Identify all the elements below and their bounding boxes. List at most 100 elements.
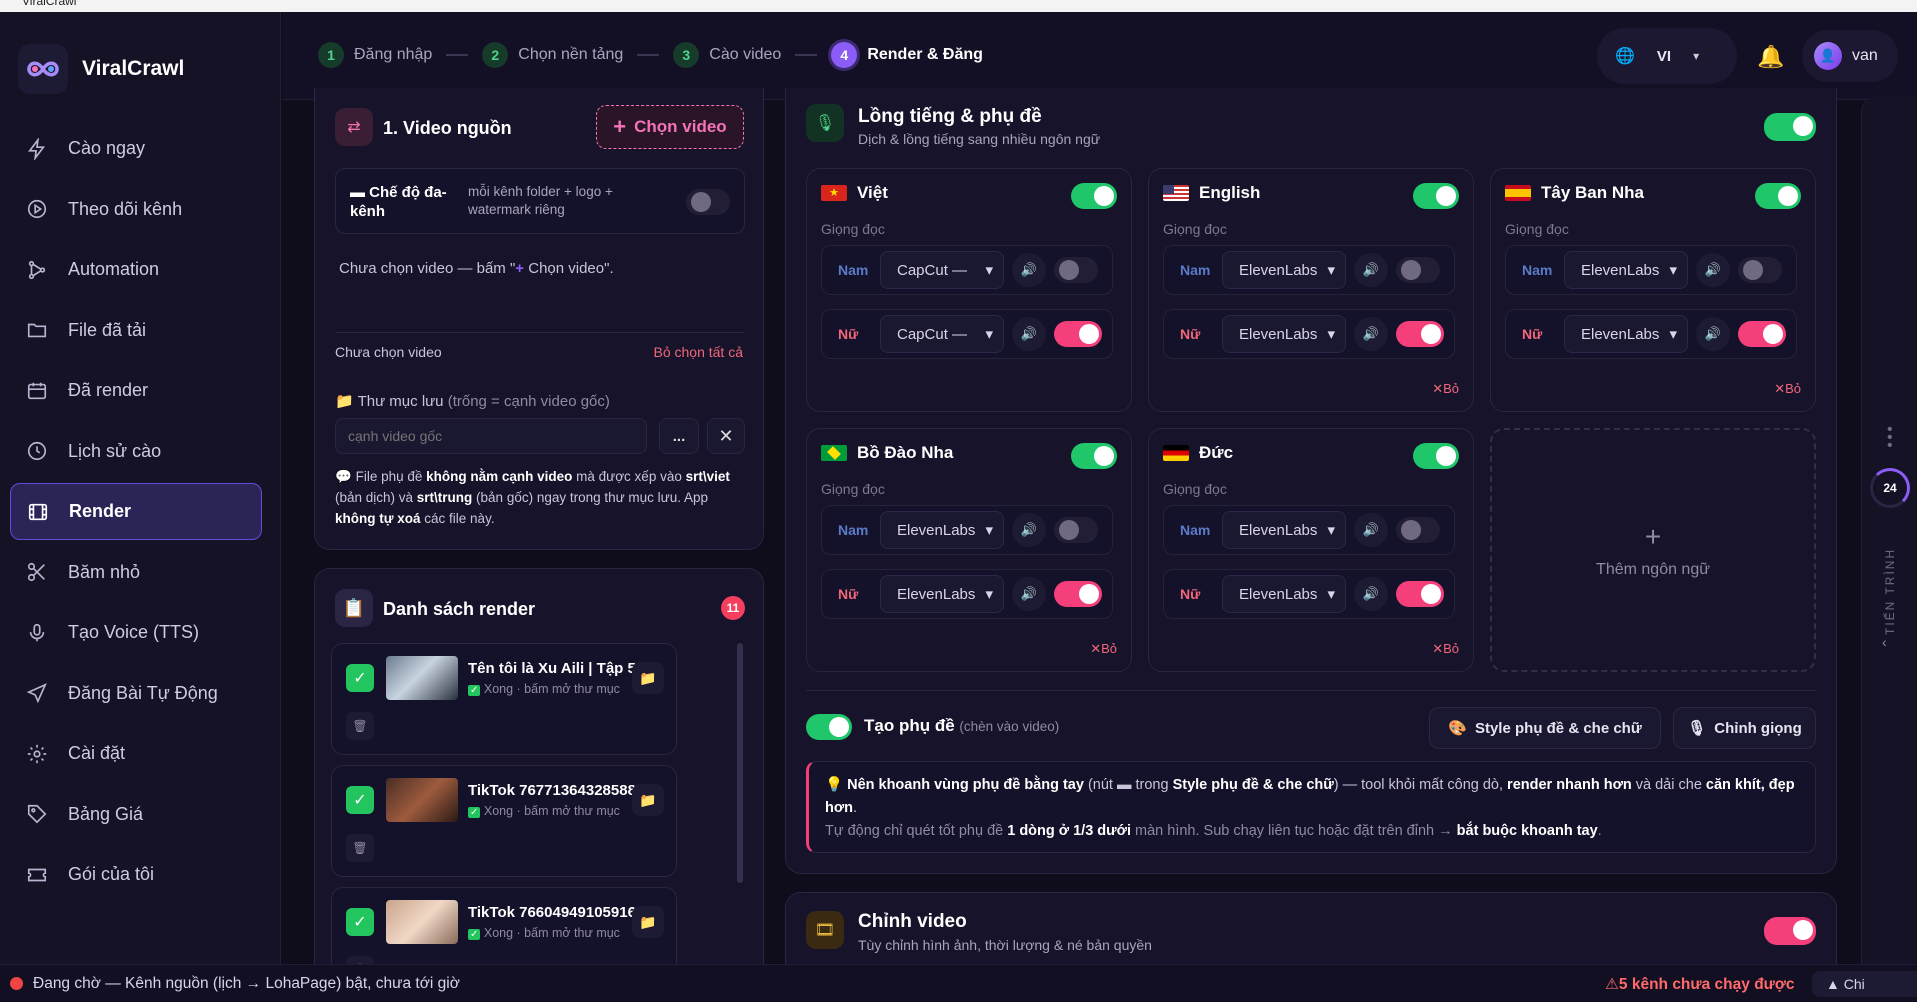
speaker-icon[interactable]: 🔊 bbox=[1012, 513, 1046, 547]
deselect-all-link[interactable]: Bỏ chọn tất cả bbox=[653, 344, 743, 360]
speaker-icon[interactable]: 🔊 bbox=[1354, 513, 1388, 547]
lang-toggle[interactable] bbox=[1755, 183, 1801, 209]
female-voice-toggle[interactable] bbox=[1396, 321, 1444, 347]
male-voice-select[interactable]: ElevenLabs ▾ bbox=[1222, 251, 1346, 289]
open-folder-button[interactable]: 📁 bbox=[632, 784, 664, 816]
open-folder-button[interactable]: 📁 bbox=[632, 662, 664, 694]
voice-label: Giọng đọc bbox=[1163, 221, 1227, 237]
step-4[interactable]: 4 Render & Đăng bbox=[831, 42, 983, 68]
render-item[interactable]: ✓ Tên tôi là Xu Aili | Tập 5 K... ✓ Xong… bbox=[331, 643, 677, 755]
male-voice-select[interactable]: CapCut — ▾ bbox=[880, 251, 1004, 289]
item-checkbox[interactable]: ✓ bbox=[346, 664, 374, 692]
female-voice-select[interactable]: ElevenLabs ▾ bbox=[1564, 315, 1688, 353]
logo-icon bbox=[18, 44, 68, 94]
female-voice-toggle[interactable] bbox=[1396, 581, 1444, 607]
mic-icon: 🎙 bbox=[1687, 720, 1707, 737]
render-item[interactable]: ✓ TikTok 767713643285881... ✓ Xong · bấm… bbox=[331, 765, 677, 877]
speaker-icon[interactable]: 🔊 bbox=[1012, 317, 1046, 351]
male-voice-toggle[interactable] bbox=[1396, 517, 1440, 543]
female-voice-toggle[interactable] bbox=[1738, 321, 1786, 347]
status-warning[interactable]: ⚠5 kênh chưa chạy được bbox=[1605, 975, 1795, 994]
speaker-icon[interactable]: 🔊 bbox=[1354, 317, 1388, 351]
render-list-scrollbar[interactable] bbox=[737, 643, 743, 883]
status-details-button[interactable]: ▲ Chi bbox=[1812, 971, 1917, 997]
female-voice-toggle[interactable] bbox=[1054, 581, 1102, 607]
create-subtitle-title: Tạo phụ đề (chèn vào video) bbox=[864, 716, 1060, 735]
nav-item-lich-su-cao[interactable]: Lịch sử cào bbox=[10, 423, 262, 480]
open-folder-button[interactable]: 📁 bbox=[632, 906, 664, 938]
nav-item-cao-ngay[interactable]: Cào ngay bbox=[10, 120, 262, 177]
female-voice-toggle[interactable] bbox=[1054, 321, 1102, 347]
nav-item-file-da-tai[interactable]: File đã tải bbox=[10, 302, 262, 359]
create-subtitle-toggle[interactable] bbox=[806, 714, 852, 740]
bell-icon[interactable]: 🔔 bbox=[1757, 44, 1784, 70]
female-voice-select[interactable]: CapCut — ▾ bbox=[880, 315, 1004, 353]
status-bar: Đang chờ — Kênh nguồn (lịch → LohaPage) … bbox=[0, 964, 1917, 1002]
female-voice-select[interactable]: ElevenLabs ▾ bbox=[1222, 575, 1346, 613]
remove-lang-link[interactable]: ✕Bỏ bbox=[1432, 381, 1459, 397]
remove-lang-link[interactable]: ✕Bỏ bbox=[1774, 381, 1801, 397]
step-label: Cào video bbox=[709, 46, 782, 63]
nav-item-bang-gia[interactable]: Bảng Giá bbox=[10, 786, 262, 843]
lang-toggle[interactable] bbox=[1413, 443, 1459, 469]
speaker-icon[interactable]: 🔊 bbox=[1696, 253, 1730, 287]
multi-channel-toggle[interactable] bbox=[686, 189, 730, 215]
step-3[interactable]: 3 Cào video bbox=[673, 42, 781, 68]
female-voice-select[interactable]: ElevenLabs ▾ bbox=[880, 575, 1004, 613]
speaker-icon[interactable]: 🔊 bbox=[1354, 253, 1388, 287]
delete-item-button[interactable]: 🗑 bbox=[346, 712, 374, 740]
lang-toggle[interactable] bbox=[1071, 183, 1117, 209]
speaker-icon[interactable]: 🔊 bbox=[1354, 577, 1388, 611]
top-bar: 1 Đăng nhập 2 Chọn nền tảng 3 Cào video 4 Re… bbox=[282, 12, 1917, 100]
save-folder-input[interactable] bbox=[335, 418, 647, 454]
delete-item-button[interactable]: 🗑 bbox=[346, 956, 374, 964]
subtitle-style-button[interactable]: 🎨 Style phụ đề & che chữ bbox=[1429, 707, 1661, 749]
item-checkbox[interactable]: ✓ bbox=[346, 786, 374, 814]
window-title: ViralCrawl bbox=[22, 0, 77, 8]
edit-video-toggle[interactable] bbox=[1764, 917, 1816, 945]
male-voice-toggle[interactable] bbox=[1054, 257, 1098, 283]
delete-item-button[interactable]: 🗑 bbox=[346, 834, 374, 862]
remove-lang-link[interactable]: ✕Bỏ bbox=[1090, 641, 1117, 657]
lang-toggle[interactable] bbox=[1071, 443, 1117, 469]
male-voice-toggle[interactable] bbox=[1396, 257, 1440, 283]
clear-folder-button[interactable]: ✕ bbox=[707, 418, 745, 454]
lang-toggle[interactable] bbox=[1413, 183, 1459, 209]
nav-item-tao-voice[interactable]: Tạo Voice (TTS) bbox=[10, 604, 262, 661]
nav-item-da-render[interactable]: Đã render bbox=[10, 362, 262, 419]
speaker-icon[interactable]: 🔊 bbox=[1696, 317, 1730, 351]
render-item[interactable]: ✓ TikTok 766049491059168... ✓ Xong · bấm… bbox=[331, 887, 677, 964]
source-title: 1. Video nguồn bbox=[383, 118, 512, 138]
dubbing-toggle[interactable] bbox=[1764, 113, 1816, 141]
nav-item-automation[interactable]: Automation bbox=[10, 241, 262, 298]
add-language-button[interactable]: + Thêm ngôn ngữ bbox=[1490, 428, 1816, 672]
male-voice-toggle[interactable] bbox=[1738, 257, 1782, 283]
browse-button[interactable]: ... bbox=[659, 418, 699, 454]
drag-handle-icon[interactable]: • • • bbox=[1887, 422, 1893, 454]
nav-item-goi-cua-toi[interactable]: Gói của tôi bbox=[10, 846, 262, 903]
progress-rail[interactable]: • • • 24 TIẾN TRÌNH ‹ bbox=[1861, 96, 1917, 964]
sidebar-nav: Cào ngay Theo dõi kênh Automation File đ… bbox=[10, 120, 262, 907]
choose-video-button[interactable]: + Chọn video bbox=[596, 105, 744, 149]
speaker-icon[interactable]: 🔊 bbox=[1012, 577, 1046, 611]
nav-item-theo-doi-kenh[interactable]: Theo dõi kênh bbox=[10, 181, 262, 238]
male-voice-select[interactable]: ElevenLabs ▾ bbox=[880, 511, 1004, 549]
nav-item-cai-dat[interactable]: Cài đặt bbox=[10, 725, 262, 782]
female-voice-select[interactable]: ElevenLabs ▾ bbox=[1222, 315, 1346, 353]
user-menu[interactable]: 👤 van bbox=[1802, 30, 1898, 82]
item-checkbox[interactable]: ✓ bbox=[346, 908, 374, 936]
male-voice-select[interactable]: ElevenLabs ▾ bbox=[1564, 251, 1688, 289]
step-1[interactable]: 1 Đăng nhập bbox=[318, 42, 432, 68]
nav-item-render[interactable]: Render bbox=[10, 483, 262, 540]
voice-adjust-button[interactable]: 🎙 Chỉnh giọng bbox=[1673, 707, 1816, 749]
step-2[interactable]: 2 Chọn nền tảng bbox=[482, 42, 623, 68]
remove-lang-link[interactable]: ✕Bỏ bbox=[1432, 641, 1459, 657]
speaker-icon[interactable]: 🔊 bbox=[1012, 253, 1046, 287]
nav-item-bam-nho[interactable]: Băm nhỏ bbox=[10, 544, 262, 601]
chevron-left-icon[interactable]: ‹ bbox=[1882, 634, 1887, 650]
app-logo[interactable]: ViralCrawl bbox=[18, 44, 184, 94]
nav-item-dang-bai[interactable]: Đăng Bài Tự Động bbox=[10, 665, 262, 722]
male-voice-select[interactable]: ElevenLabs ▾ bbox=[1222, 511, 1346, 549]
language-selector[interactable]: 🌐 VI ▾ bbox=[1597, 28, 1737, 84]
male-voice-toggle[interactable] bbox=[1054, 517, 1098, 543]
